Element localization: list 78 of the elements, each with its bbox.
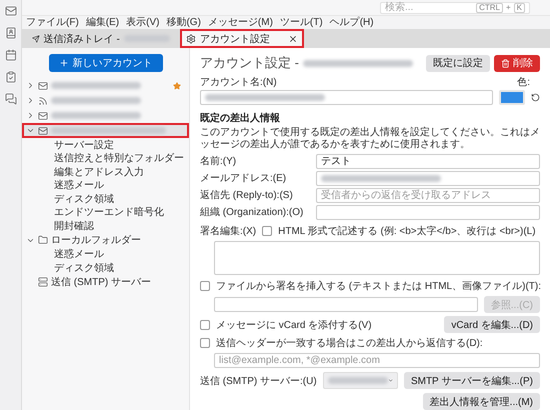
menu-item[interactable]: ツール(T)	[280, 18, 323, 28]
reset-icon[interactable]	[531, 92, 540, 102]
input-field[interactable]: テスト	[316, 154, 540, 169]
checkbox-label: ファイルから署名を挿入する (テキストまたは HTML、画像ファイル)(T):	[216, 280, 541, 293]
tab[interactable]: 送信済みトレイ -	[26, 29, 176, 48]
sidebar-item[interactable]: 送信控えと特別なフォルダー	[22, 152, 189, 165]
set-default-button[interactable]: 既定に設定	[426, 54, 490, 72]
new-account-button[interactable]: 新しいアカウント	[48, 54, 162, 72]
sidebar-item[interactable]: サーバー設定	[22, 138, 189, 152]
sidebar-item[interactable]: 開封確認	[22, 219, 189, 232]
checkbox[interactable]	[200, 320, 210, 330]
field-label: 組織 (Organization):(O)	[200, 206, 304, 220]
chat-icon[interactable]	[4, 93, 16, 105]
field-label: メールアドレス:(E)	[200, 172, 288, 186]
manage-identities-button[interactable]: 差出人情報を管理...(M)	[422, 393, 540, 410]
sidebar-item[interactable]: 編集とアドレス入力	[22, 165, 189, 178]
server-icon	[38, 277, 48, 287]
tab[interactable]: アカウント設定	[180, 29, 304, 48]
key-joiner: +	[506, 4, 511, 12]
keyboard-key: K	[514, 2, 525, 12]
field-label: 名前:(Y)	[200, 155, 238, 168]
send-icon	[32, 34, 40, 44]
input-field[interactable]	[316, 204, 540, 220]
checkbox[interactable]	[262, 226, 272, 236]
task-list-icon[interactable]	[4, 71, 16, 83]
section-description: このアカウントで使用する既定の差出人情報を設定してください。これはメッセージの差出人が誰であるかを表すために使用されます。	[200, 126, 540, 151]
sidebar-item[interactable]: 迷惑メール	[22, 178, 189, 192]
trash-icon	[501, 58, 510, 68]
sidebar-item[interactable]: 迷惑メール	[22, 248, 189, 261]
search-field[interactable]: 検索... CTRL + K	[380, 2, 530, 14]
page-title: アカウント設定 -	[200, 54, 299, 72]
blurred-text	[328, 377, 388, 384]
account-item[interactable]	[22, 123, 189, 138]
chevron-icon[interactable]	[26, 126, 35, 135]
section-heading: 既定の差出人情報	[200, 111, 281, 125]
field-label: 色:	[517, 76, 530, 89]
chevron-icon[interactable]	[26, 81, 35, 90]
address-book-icon[interactable]	[4, 27, 16, 39]
menu-item[interactable]: 編集(E)	[86, 18, 120, 28]
field-label: アカウント名:(N)	[200, 76, 277, 89]
sidebar-item[interactable]: ディスク領域	[22, 261, 189, 274]
mail-icon[interactable]	[4, 5, 16, 17]
envelope-icon	[38, 126, 48, 136]
edit-vcard-button[interactable]: vCard を編集...(D)	[444, 316, 540, 333]
sidebar-item[interactable]: ディスク領域	[22, 192, 189, 206]
field-label: 送信 (SMTP) サーバー:(U)	[200, 374, 317, 388]
menu-item[interactable]: 表示(V)	[126, 18, 160, 28]
field-label: 署名編集:(X)	[200, 224, 256, 238]
checkbox[interactable]	[200, 281, 210, 291]
checkbox-label: HTML 形式で記述する (例: <b>太字</b>、改行は <br>)(L)	[278, 224, 536, 238]
checkbox[interactable]	[200, 338, 210, 348]
chevron-icon[interactable]	[26, 111, 35, 120]
menu-item[interactable]: ヘルプ(H)	[330, 18, 374, 28]
edit-smtp-button[interactable]: SMTP サーバーを編集...(P)	[404, 372, 540, 389]
plus-icon	[58, 58, 68, 68]
sidebar-item[interactable]: 送信 (SMTP) サーバー	[51, 275, 151, 289]
input-field[interactable]	[214, 297, 478, 312]
sidebar-item[interactable]: エンドツーエンド暗号化	[22, 206, 189, 219]
menu-item[interactable]: 移動(G)	[166, 18, 201, 28]
delete-button[interactable]: 削除	[494, 54, 540, 72]
calendar-icon[interactable]	[4, 49, 16, 61]
menu-item[interactable]: メッセージ(M)	[208, 18, 273, 28]
settings-icon	[186, 34, 196, 44]
input-field[interactable]	[316, 170, 540, 186]
close-icon[interactable]	[288, 34, 298, 44]
chevron-icon[interactable]	[26, 96, 35, 105]
color-swatch[interactable]	[499, 90, 525, 105]
keyboard-key: CTRL	[476, 2, 503, 12]
sidebar-item[interactable]: ローカルフォルダー	[51, 233, 141, 247]
envelope-icon	[38, 110, 48, 120]
checkbox-label: 送信ヘッダーが一致する場合はこの差出人から返信する(D):	[216, 336, 483, 350]
account-name-field[interactable]	[200, 90, 493, 105]
menu-item[interactable]: ファイル(F)	[26, 18, 79, 28]
feed-icon	[38, 96, 48, 106]
folder-icon	[38, 235, 48, 245]
checkbox-label: メッセージに vCard を添付する(V)	[216, 318, 372, 332]
envelope-icon	[38, 80, 48, 90]
field-label: 返信先 (Reply-to):(S)	[200, 188, 294, 202]
